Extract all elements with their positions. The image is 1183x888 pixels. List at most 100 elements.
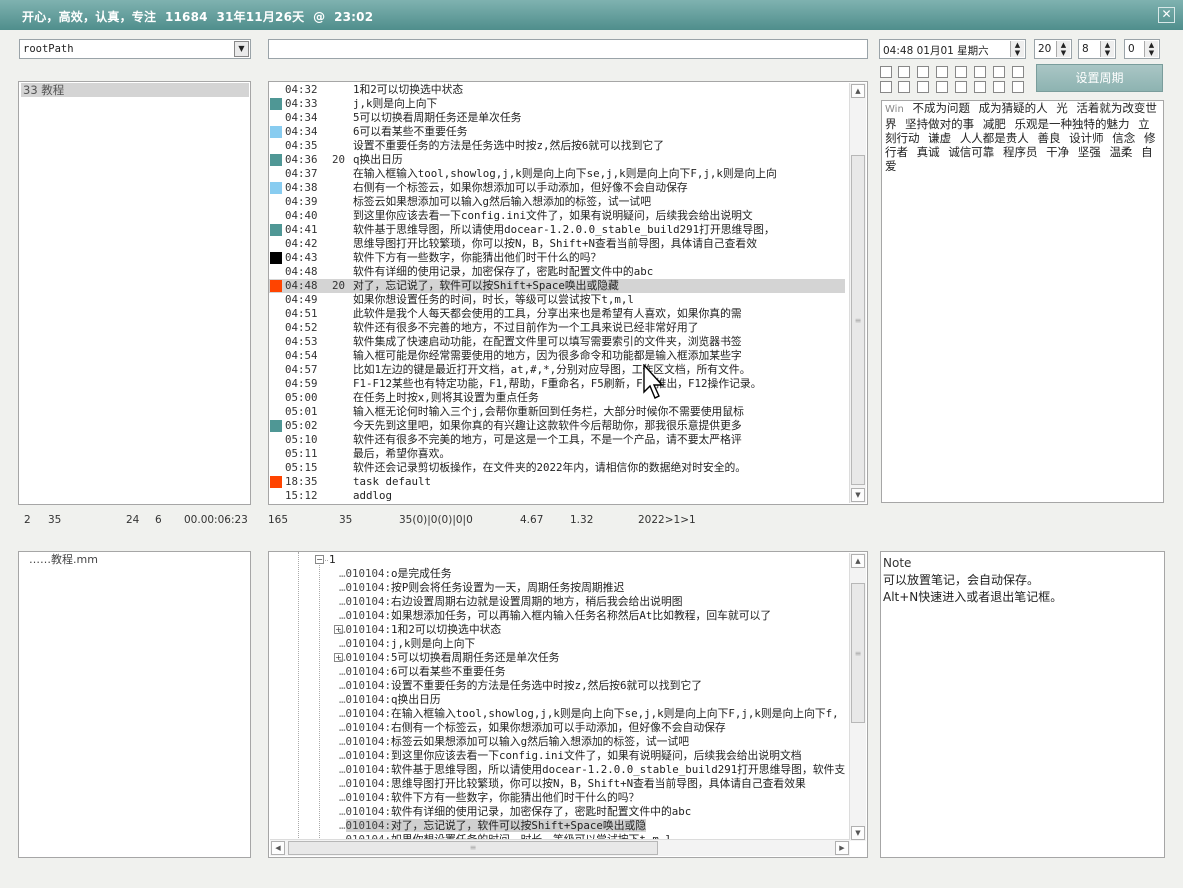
checkbox[interactable] bbox=[917, 81, 929, 93]
scroll-up-arrow[interactable]: ▲ bbox=[851, 554, 865, 568]
tree-node[interactable]: …010104:右侧有一个标签云，如果你想添加可以手动添加，但好像不会自动保存 bbox=[339, 721, 726, 735]
task-list-scrollbar[interactable]: ▲ ≡ ▼ bbox=[849, 83, 866, 503]
task-row[interactable]: 04:54 输入框可能是你经常需要使用的地方，因为很多命令和功能都是输入框添加某些… bbox=[269, 349, 845, 363]
checkbox[interactable] bbox=[917, 66, 929, 78]
task-row[interactable]: 04:51 此软件是我个人每天都会使用的工具，分享出来也是希望有人喜欢，如果你真的… bbox=[269, 307, 845, 321]
checkbox[interactable] bbox=[898, 66, 910, 78]
task-row[interactable]: 18:35 task default bbox=[269, 475, 845, 489]
task-row[interactable]: 04:36 20 q换出日历 bbox=[269, 153, 845, 167]
tag-item[interactable]: 坚持做对的事 bbox=[905, 117, 974, 131]
tag-item[interactable]: 真诚 bbox=[917, 145, 940, 159]
tag-item[interactable]: 谦虚 bbox=[928, 131, 951, 145]
spin-level-arrows[interactable]: ▲ ▼ bbox=[1144, 41, 1158, 57]
checkbox[interactable] bbox=[898, 81, 910, 93]
tag-item[interactable]: 不成为问题 bbox=[912, 101, 970, 115]
tag-item[interactable]: 干净 bbox=[1046, 145, 1069, 159]
tree-node[interactable]: …010104:对了，忘记说了，软件可以按Shift+Space唤出或隐 bbox=[339, 819, 647, 833]
tree-node[interactable]: …010104:软件下方有一些数字，你能猜出他们时干什么的吗？ bbox=[339, 791, 639, 805]
note-panel[interactable]: Note 可以放置笔记，会自动保存。 Alt+N快速进入或者退出笔记框。 bbox=[880, 551, 1165, 858]
task-row[interactable]: 04:34 6可以看某些不重要任务 bbox=[269, 125, 845, 139]
checkbox[interactable] bbox=[880, 81, 892, 93]
tag-item[interactable]: 善良 bbox=[1037, 131, 1060, 145]
tree-node[interactable]: …010104:设置不重要任务的方法是任务选中时按z,然后按6就可以找到它了 bbox=[339, 679, 702, 693]
spin-minutes[interactable]: 8 ▲ ▼ bbox=[1078, 39, 1116, 59]
task-row[interactable]: 05:02 今天先到这里吧，如果你真的有兴趣让这款软件今后帮助你，那我很乐意提供更… bbox=[269, 419, 845, 433]
tree-node[interactable]: …010104:如果想添加任务，可以再输入框内输入任务名称然后At比如教程，回车… bbox=[339, 609, 771, 623]
tree-node[interactable]: …010104:标签云如果想添加可以输入g然后输入想添加的标签，试一试吧 bbox=[339, 735, 689, 749]
spin-hours[interactable]: 20 ▲ ▼ bbox=[1034, 39, 1072, 59]
task-row[interactable]: 04:35 设置不重要任务的方法是任务选中时按z,然后按6就可以找到它了 bbox=[269, 139, 845, 153]
tag-item[interactable]: Win bbox=[885, 104, 904, 115]
task-row[interactable]: 04:53 软件集成了快速启动功能，在配置文件里可以填写需要索引的文件夹，浏览器书… bbox=[269, 335, 845, 349]
checkbox[interactable] bbox=[1012, 81, 1024, 93]
tag-item[interactable]: 诚信可靠 bbox=[948, 145, 994, 159]
task-row[interactable]: 04:52 软件还有很多不完善的地方，不过目前作为一个工具来说已经非常好用了 bbox=[269, 321, 845, 335]
task-row[interactable]: 04:40 到这里你应该去看一下config.ini文件了，如果有说明疑问，后续我… bbox=[269, 209, 845, 223]
chevron-down-icon[interactable]: ▼ bbox=[234, 41, 249, 57]
tree-node[interactable]: …010104:5可以切换看周期任务还是单次任务 bbox=[339, 651, 559, 665]
tree-hscrollbar[interactable]: ◀ ≡ ▶ bbox=[270, 839, 850, 856]
checkbox[interactable] bbox=[936, 81, 948, 93]
close-button[interactable]: ✕ bbox=[1158, 7, 1175, 23]
tag-item[interactable]: 坚强 bbox=[1078, 145, 1101, 159]
task-row[interactable]: 04:39 标签云如果想添加可以输入g然后输入想添加的标签，试一试吧 bbox=[269, 195, 845, 209]
task-row[interactable]: 04:34 5可以切换看周期任务还是单次任务 bbox=[269, 111, 845, 125]
spin-hours-arrows[interactable]: ▲ ▼ bbox=[1056, 41, 1070, 57]
checkbox[interactable] bbox=[993, 81, 1005, 93]
checkbox[interactable] bbox=[974, 81, 986, 93]
scroll-thumb[interactable]: ≡ bbox=[851, 583, 865, 723]
datetime-picker[interactable]: 04:48 01月01 星期六 ▲ ▼ bbox=[879, 39, 1026, 59]
task-row[interactable]: 04:32 1和2可以切换选中状态 bbox=[269, 83, 845, 97]
tree-node[interactable]: …010104:o是完成任务 bbox=[339, 567, 452, 581]
checkbox[interactable] bbox=[1012, 66, 1024, 78]
tree-node[interactable]: …010104:软件基于思维导图，所以请使用docear-1.2.0.0_sta… bbox=[339, 763, 845, 777]
task-row[interactable]: 04:57 比如1左边的键是最近打开文档，at,#,*,分别对应导图，工作区文档，… bbox=[269, 363, 845, 377]
task-row[interactable]: 04:48 20 对了，忘记说了，软件可以按Shift+Space唤出或隐藏 bbox=[269, 279, 845, 293]
tag-item[interactable]: 成为猜疑的人 bbox=[979, 101, 1048, 115]
scroll-left-arrow[interactable]: ◀ bbox=[271, 841, 285, 855]
scroll-down-arrow[interactable]: ▼ bbox=[851, 826, 865, 840]
checkbox[interactable] bbox=[955, 66, 967, 78]
task-row[interactable]: 04:48 软件有详细的使用记录，加密保存了，密匙时配置文件中的abc bbox=[269, 265, 845, 279]
tag-item[interactable]: 设计师 bbox=[1069, 131, 1104, 145]
spin-level[interactable]: 0 ▲ ▼ bbox=[1124, 39, 1160, 59]
checkbox[interactable] bbox=[955, 81, 967, 93]
task-row[interactable]: 04:41 软件基于思维导图，所以请使用docear-1.2.0.0_stable… bbox=[269, 223, 845, 237]
checkbox[interactable] bbox=[880, 66, 892, 78]
root-path-combo[interactable]: rootPath ▼ bbox=[19, 39, 251, 59]
task-row[interactable]: 05:00 在任务上时按x,则将其设置为重点任务 bbox=[269, 391, 845, 405]
task-row[interactable]: 15:12 addlog bbox=[269, 489, 845, 503]
checkbox[interactable] bbox=[993, 66, 1005, 78]
tree-root-expander[interactable]: − bbox=[315, 555, 324, 564]
task-row[interactable]: 04:33 j,k则是向上向下 bbox=[269, 97, 845, 111]
task-row[interactable]: 05:15 软件还会记录剪切板操作，在文件夹的2022年内，请相信你的数据绝对时安… bbox=[269, 461, 845, 475]
task-row[interactable]: 04:59 F1-F12某些也有特定功能，F1,帮助，F重命名，F5刷新，F11推… bbox=[269, 377, 845, 391]
task-row[interactable]: 04:42 思维导图打开比较繁琐，你可以按N，B，Shift+N查看当前导图，具体… bbox=[269, 237, 845, 251]
tree-node[interactable]: …010104:q换出日历 bbox=[339, 693, 441, 707]
tag-item[interactable]: 温柔 bbox=[1109, 145, 1132, 159]
task-row[interactable]: 04:38 右侧有一个标签云，如果你想添加可以手动添加，但好像不会自动保存 bbox=[269, 181, 845, 195]
scroll-thumb[interactable]: ≡ bbox=[851, 155, 865, 485]
datetime-spin[interactable]: ▲ ▼ bbox=[1010, 41, 1024, 57]
command-input[interactable] bbox=[268, 39, 868, 59]
task-row[interactable]: 05:01 输入框无论何时输入三个j,会帮你重新回到任务栏，大部分时候你不需要使用… bbox=[269, 405, 845, 419]
scroll-thumb[interactable]: ≡ bbox=[288, 841, 658, 855]
task-row[interactable]: 04:49 如果你想设置任务的时间，时长，等级可以尝试按下t,m,l bbox=[269, 293, 845, 307]
tree-vscrollbar[interactable]: ▲ ≡ ▼ bbox=[849, 553, 866, 841]
scroll-down-arrow[interactable]: ▼ bbox=[851, 488, 865, 502]
task-row[interactable]: 04:37 在输入框输入tool,showlog,j,k则是向上向下se,j,k则… bbox=[269, 167, 845, 181]
checkbox[interactable] bbox=[974, 66, 986, 78]
scroll-right-arrow[interactable]: ▶ bbox=[835, 841, 849, 855]
tree-node[interactable]: …010104:右边设置周期右边就是设置周期的地方，稍后我会给出说明图 bbox=[339, 595, 683, 609]
checkbox[interactable] bbox=[936, 66, 948, 78]
tag-item[interactable]: 程序员 bbox=[1003, 145, 1038, 159]
tree-node[interactable]: …010104:软件有详细的使用记录，加密保存了，密匙时配置文件中的abc bbox=[339, 805, 691, 819]
tree-node[interactable]: …010104:思维导图打开比较繁琐，你可以按N，B，Shift+N查看当前导图… bbox=[339, 777, 806, 791]
task-row[interactable]: 04:43 软件下方有一些数字，你能猜出他们时干什么的吗？ bbox=[269, 251, 845, 265]
set-period-button[interactable]: 设置周期 bbox=[1036, 64, 1163, 92]
tree-node[interactable]: …010104:j,k则是向上向下 bbox=[339, 637, 475, 651]
tag-item[interactable]: 信念 bbox=[1112, 131, 1135, 145]
task-row[interactable]: 05:10 软件还有很多不完美的地方，可是这是一个工具，不是一个产品，请不要太严格… bbox=[269, 433, 845, 447]
spin-minutes-arrows[interactable]: ▲ ▼ bbox=[1100, 41, 1114, 57]
scroll-up-arrow[interactable]: ▲ bbox=[851, 84, 865, 98]
